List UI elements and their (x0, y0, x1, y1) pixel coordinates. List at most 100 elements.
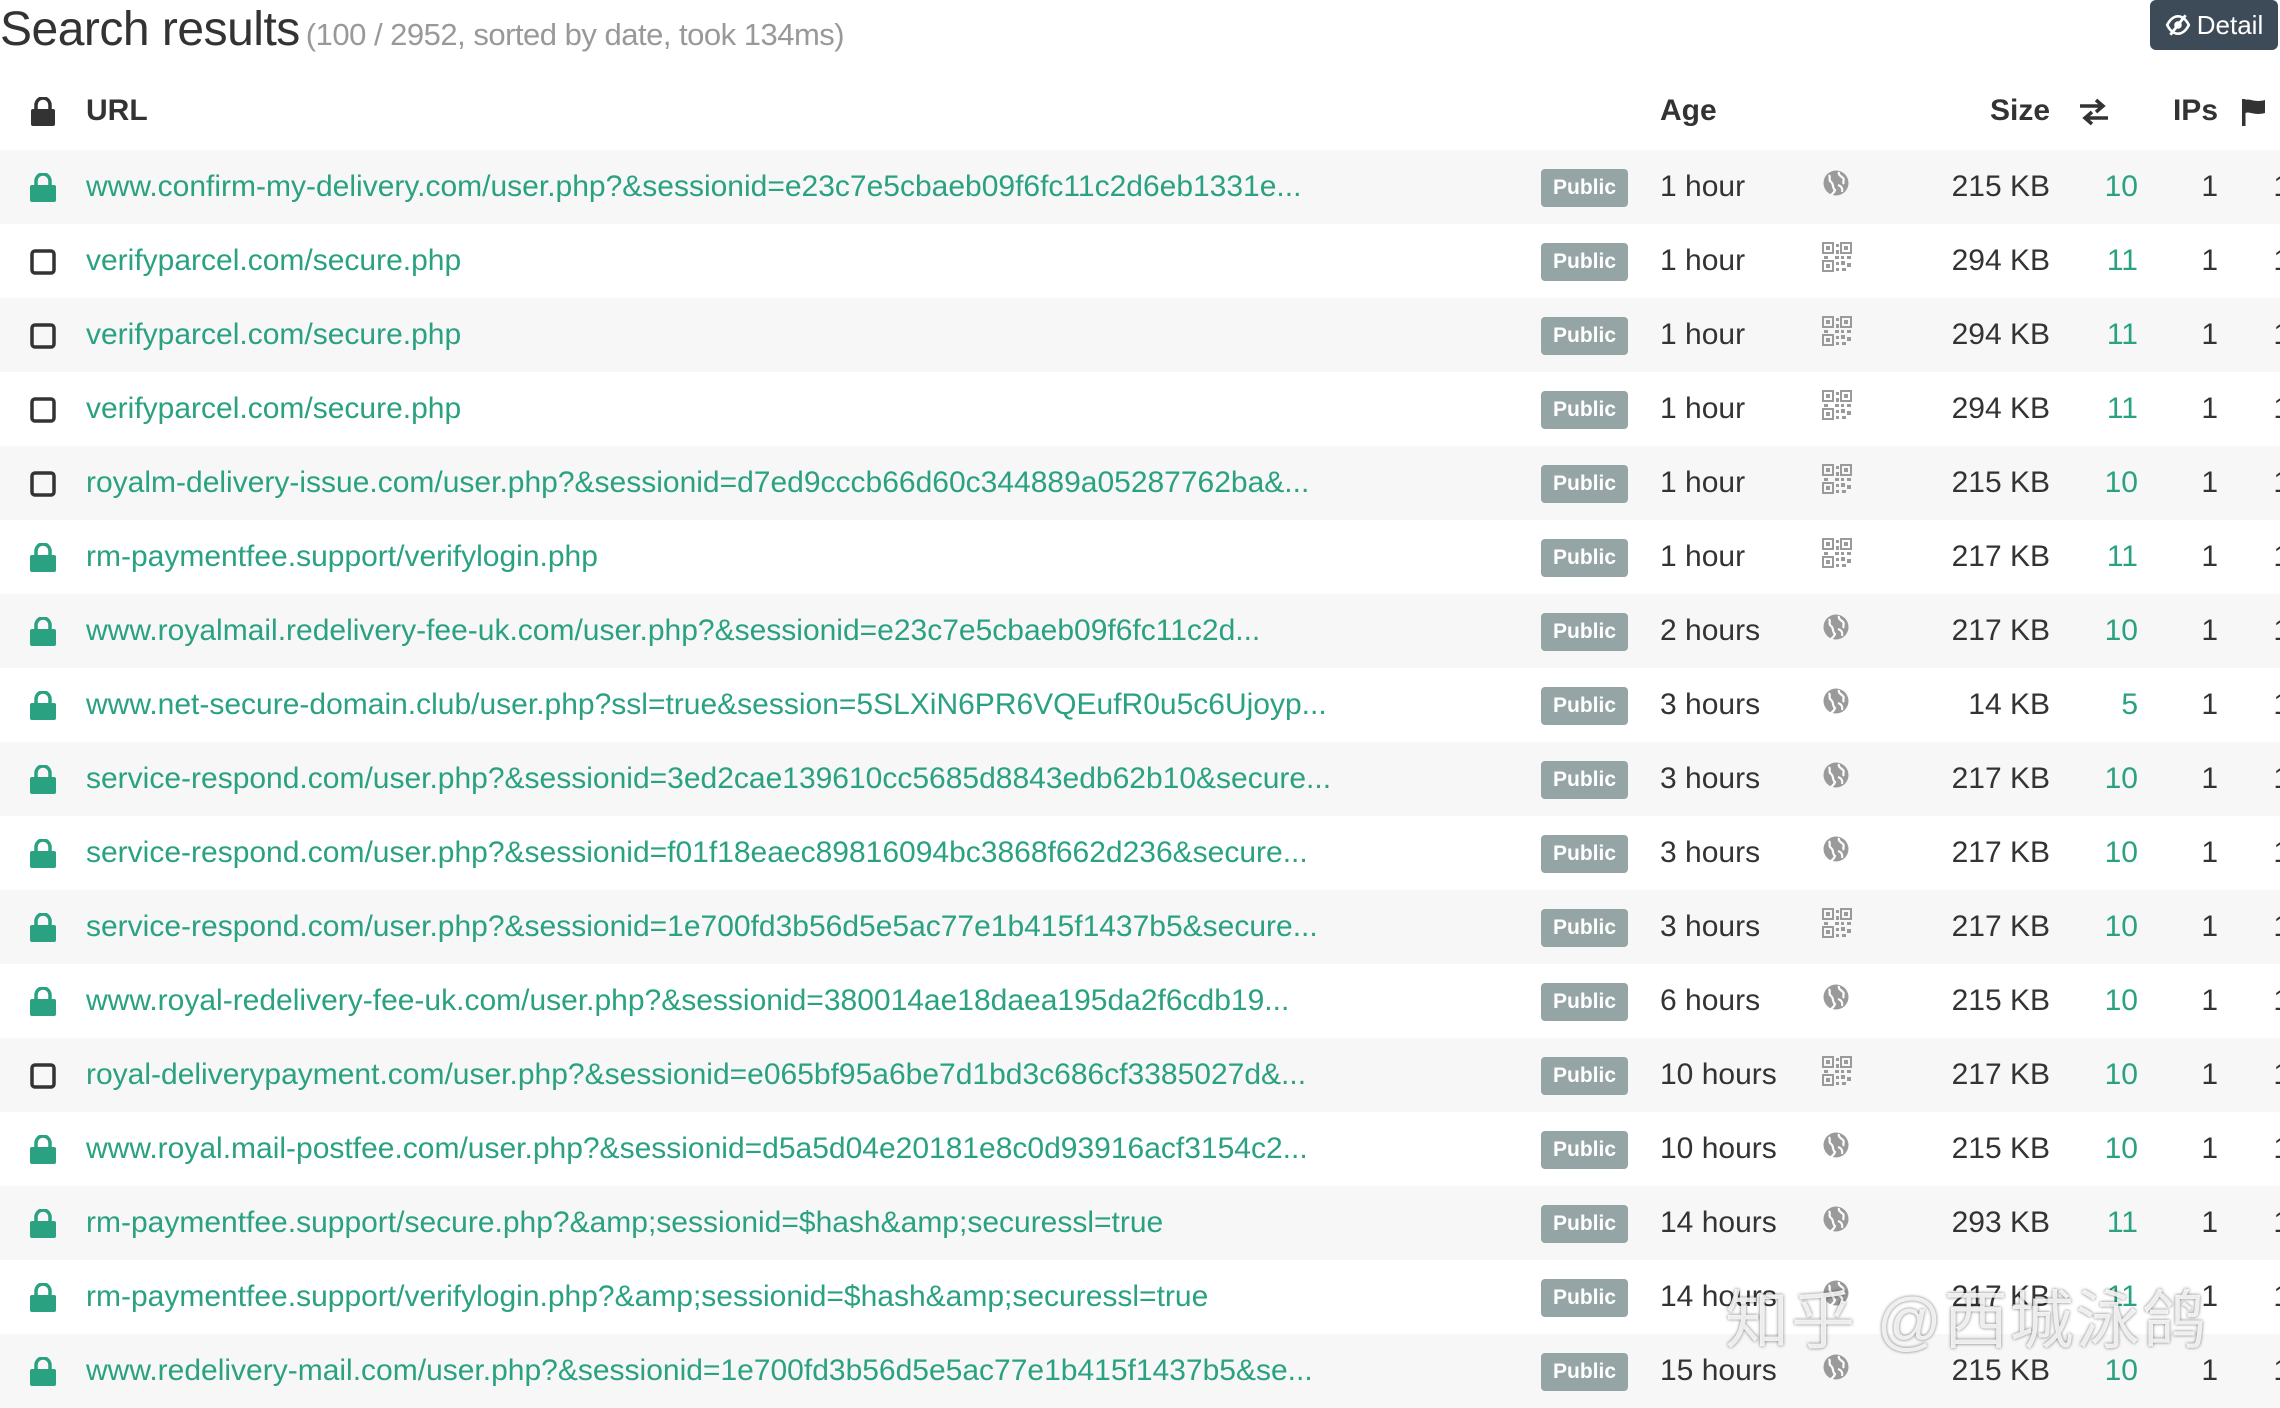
ips-count: 1 (2138, 594, 2218, 668)
table-row[interactable]: www.confirm-my-delivery.com/user.php?&se… (0, 150, 2280, 224)
result-url-link[interactable]: www.net-secure-domain.club/user.php?ssl=… (86, 688, 1498, 722)
table-row[interactable]: service-respond.com/user.php?&sessionid=… (0, 816, 2280, 890)
result-url-link[interactable]: service-respond.com/user.php?&sessionid=… (86, 836, 1498, 870)
age: 3 hours (1628, 890, 1804, 964)
result-url-link[interactable]: verifyparcel.com/secure.php (86, 318, 1498, 352)
requests-count: 11 (2106, 1280, 2138, 1313)
results-summary: (100 / 2952, sorted by date, took 134ms) (305, 17, 845, 52)
visibility-badge: Public (1540, 464, 1628, 503)
header-requests[interactable] (2050, 72, 2138, 150)
header-ips[interactable]: IPs (2138, 72, 2218, 150)
result-url-link[interactable]: verifyparcel.com/secure.php (86, 392, 1498, 426)
countries-count: 1 (2218, 1186, 2280, 1260)
globe-icon (1823, 688, 1849, 714)
source-cell (1804, 964, 1904, 1038)
source-cell (1804, 372, 1904, 446)
table-row[interactable]: www.redelivery-mail.com/user.php?&sessio… (0, 1334, 2280, 1408)
countries-count: 1 (2218, 446, 2280, 520)
visibility-cell: Public (1498, 150, 1628, 224)
lock-status (0, 1334, 86, 1408)
result-url-link[interactable]: verifyparcel.com/secure.php (86, 244, 1498, 278)
result-url-link[interactable]: rm-paymentfee.support/verifylogin.php?&a… (86, 1280, 1498, 1314)
requests-count: 10 (2050, 594, 2138, 668)
lock-icon (30, 617, 56, 647)
url-cell: verifyparcel.com/secure.php (86, 298, 1498, 372)
visibility-badge: Public (1540, 316, 1628, 355)
url-cell: royalm-delivery-issue.com/user.php?&sess… (86, 446, 1498, 520)
visibility-cell: Public (1498, 1260, 1628, 1334)
result-url-link[interactable]: royalm-delivery-issue.com/user.php?&sess… (86, 466, 1498, 500)
ips-count: 1 (2138, 1334, 2218, 1408)
table-row[interactable]: royalm-delivery-issue.com/user.php?&sess… (0, 446, 2280, 520)
ips-count: 1 (2201, 244, 2218, 277)
result-url-link[interactable]: royal-deliverypayment.com/user.php?&sess… (86, 1058, 1498, 1092)
result-url-link[interactable]: rm-paymentfee.support/secure.php?&amp;se… (86, 1206, 1498, 1240)
header-lock[interactable] (0, 72, 86, 150)
table-row[interactable]: verifyparcel.com/secure.php Public 1 hour 2… (0, 372, 2280, 446)
url-cell: www.net-secure-domain.club/user.php?ssl=… (86, 668, 1498, 742)
requests-count: 11 (2050, 1186, 2138, 1260)
table-row[interactable]: verifyparcel.com/secure.php Public 1 hour 2… (0, 298, 2280, 372)
header-url[interactable]: URL (86, 72, 1498, 150)
age: 1 hour (1628, 446, 1804, 520)
visibility-cell: Public (1498, 668, 1628, 742)
visibility-cell: Public (1498, 446, 1628, 520)
visibility-cell: Public (1498, 1186, 1628, 1260)
result-url-link[interactable]: www.redelivery-mail.com/user.php?&sessio… (86, 1354, 1498, 1388)
table-row[interactable]: royal-deliverypayment.com/user.php?&sess… (0, 1038, 2280, 1112)
lock-status (0, 1260, 86, 1334)
table-row[interactable]: www.royalmail.redelivery-fee-uk.com/user… (0, 594, 2280, 668)
header-countries[interactable] (2218, 72, 2280, 150)
exchange-icon (2080, 98, 2108, 126)
size: 215 KB (1904, 1334, 2050, 1408)
requests-count: 10 (2050, 1334, 2138, 1408)
requests-count: 11 (2106, 392, 2138, 425)
lock-status (0, 594, 86, 668)
table-row[interactable]: service-respond.com/user.php?&sessionid=… (0, 890, 2280, 964)
visibility-cell: Public (1498, 1334, 1628, 1408)
page-header: Search results (100 / 2952, sorted by dat… (0, 0, 2280, 72)
size: 294 KB (1951, 392, 2050, 425)
result-url-link[interactable]: www.confirm-my-delivery.com/user.php?&se… (86, 170, 1498, 204)
lock-icon (30, 173, 56, 203)
age: 3 hours (1660, 836, 1761, 869)
age: 1 hour (1660, 392, 1746, 425)
header-visibility (1498, 72, 1628, 150)
result-url-link[interactable]: rm-paymentfee.support/verifylogin.php (86, 540, 1498, 574)
result-url-link[interactable]: www.royal.mail-postfee.com/user.php?&ses… (86, 1132, 1498, 1166)
result-url-link[interactable]: www.royal-redelivery-fee-uk.com/user.php… (86, 984, 1498, 1018)
lock-status (0, 298, 86, 372)
table-row[interactable]: rm-paymentfee.support/verifylogin.php Pub… (0, 520, 2280, 594)
header-age[interactable]: Age (1628, 72, 1804, 150)
table-row[interactable]: www.net-secure-domain.club/user.php?ssl=… (0, 668, 2280, 742)
visibility-cell: Public (1498, 964, 1628, 1038)
visibility-cell: Public (1498, 890, 1628, 964)
result-url-link[interactable]: service-respond.com/user.php?&sessionid=… (86, 910, 1498, 944)
visibility-cell: Public (1498, 298, 1628, 372)
table-row[interactable]: rm-paymentfee.support/verifylogin.php?&a… (0, 1260, 2280, 1334)
unlocked-icon (30, 471, 56, 497)
table-row[interactable]: verifyparcel.com/secure.php Public 1 hour 2… (0, 224, 2280, 298)
requests-count: 10 (2104, 984, 2138, 1017)
requests-count: 10 (2050, 742, 2138, 816)
qr-icon (1822, 464, 1852, 494)
visibility-badge: Public (1540, 1056, 1628, 1095)
result-url-link[interactable]: service-respond.com/user.php?&sessionid=… (86, 762, 1498, 796)
result-url-link[interactable]: www.royalmail.redelivery-fee-uk.com/user… (86, 614, 1498, 648)
ips-count: 1 (2201, 836, 2218, 869)
qr-icon (1822, 390, 1852, 420)
header-size[interactable]: Size (1904, 72, 2050, 150)
countries-count: 1 (2218, 1334, 2280, 1408)
detail-button[interactable]: Detail (2150, 0, 2278, 50)
requests-count: 10 (2050, 1038, 2138, 1112)
table-row[interactable]: www.royal.mail-postfee.com/user.php?&ses… (0, 1112, 2280, 1186)
table-row[interactable]: service-respond.com/user.php?&sessionid=… (0, 742, 2280, 816)
table-row[interactable]: www.royal-redelivery-fee-uk.com/user.php… (0, 964, 2280, 1038)
url-cell: service-respond.com/user.php?&sessionid=… (86, 890, 1498, 964)
lock-status (0, 446, 86, 520)
source-cell (1804, 1334, 1904, 1408)
ips-count: 1 (2138, 446, 2218, 520)
url-cell: service-respond.com/user.php?&sessionid=… (86, 816, 1498, 890)
source-cell (1804, 298, 1904, 372)
table-row[interactable]: rm-paymentfee.support/secure.php?&amp;se… (0, 1186, 2280, 1260)
